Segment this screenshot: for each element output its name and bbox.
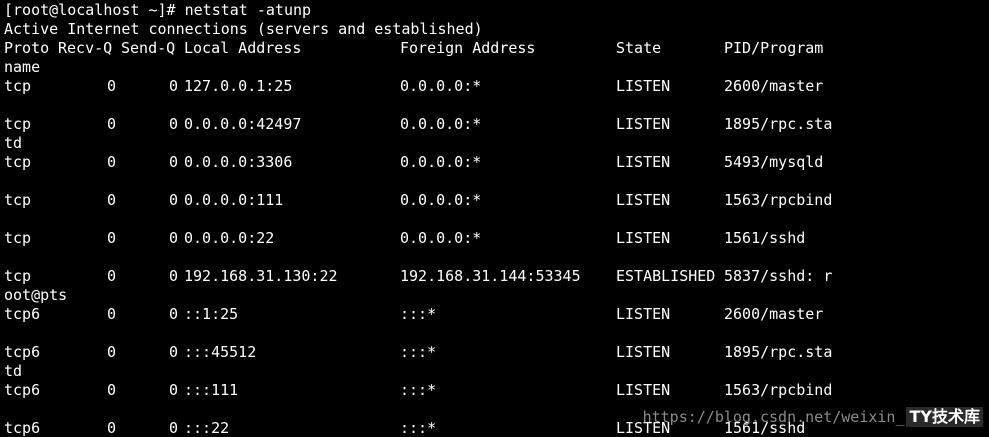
- column-header-local-address: Local Address: [184, 39, 302, 57]
- cell-pid-program: 2600/master: [724, 305, 824, 323]
- row-wrap-text: oot@pts: [4, 286, 68, 304]
- cell-proto: tcp6: [4, 343, 41, 361]
- cell-proto: tcp6: [4, 305, 41, 323]
- row-wrap-text: td: [4, 362, 23, 380]
- cell-proto: tcp: [4, 115, 32, 133]
- cell-pid-program: 1895/rpc.sta: [724, 115, 833, 133]
- cell-foreign-address: 0.0.0.0:*: [400, 115, 482, 133]
- cell-recvq: 0: [106, 229, 116, 247]
- cell-proto: tcp: [4, 77, 32, 95]
- terminal-window[interactable]: [root@localhost ~]# netstat -atunp Activ…: [0, 0, 989, 437]
- cell-sendq: 0: [168, 153, 178, 171]
- column-header-wrap: name: [4, 58, 41, 76]
- table-row: tcp6 0 0:::45512:::* LISTEN 1895/rpc.sta: [4, 343, 984, 362]
- cell-local-address: :::22: [184, 419, 230, 437]
- command-line: [root@localhost ~]# netstat -atunp: [4, 1, 312, 19]
- cell-pid-program: 1563/rpcbind: [724, 191, 833, 209]
- table-row: tcp 0 0 0.0.0.0:22 0.0.0.0:* LISTEN 1561/sshd: [4, 229, 984, 248]
- cell-local-address: 0.0.0.0:111: [184, 191, 284, 209]
- cell-foreign-address: 0.0.0.0:*: [400, 77, 482, 95]
- cell-foreign-address: :::*: [400, 343, 437, 361]
- cell-pid-program: 2600/master: [724, 77, 824, 95]
- cell-foreign-address: :::*: [400, 419, 437, 437]
- cell-local-address: 0.0.0.0:42497: [184, 115, 302, 133]
- table-row: tcp 0 0 127.0.0.1:25 0.0.0.0:* LISTEN 2600/mas…: [4, 77, 984, 96]
- column-header-proto: Proto: [4, 39, 50, 57]
- cell-state: ESTABLISHED: [616, 267, 716, 285]
- cell-foreign-address: 192.168.31.144:53345: [400, 267, 581, 285]
- table-row: tcp 0 0 0.0.0.0:111 0.0.0.0:* LISTEN 1563/rpcb…: [4, 191, 984, 210]
- cell-proto: tcp6: [4, 419, 41, 437]
- cell-state: LISTEN: [616, 381, 671, 399]
- cell-pid-program: 5837/sshd: r: [724, 267, 833, 285]
- output-heading: Active Internet connections (servers and…: [4, 20, 483, 38]
- row-wrap-text: td: [4, 134, 23, 152]
- watermark-url: https://blog.csdn.net/weixin_: [642, 408, 905, 426]
- table-row: tcp 0 0 192.168.31.130:22 192.168.31.144:533…: [4, 267, 984, 286]
- watermark-brand: TY技术库: [906, 407, 983, 427]
- cell-recvq: 0: [106, 77, 116, 95]
- cell-sendq: 0: [168, 229, 178, 247]
- cell-local-address: 127.0.0.1:25: [184, 77, 293, 95]
- cell-local-address: 0.0.0.0:22: [184, 229, 275, 247]
- cell-proto: tcp: [4, 153, 32, 171]
- table-row: tcp 0 0 0.0.0.0:42497 0.0.0.0:* LISTEN 1895/rp…: [4, 115, 984, 134]
- table-row: tcp6 0 0::1:25:::* LISTEN 2600/master: [4, 305, 984, 324]
- table-header: Proto Recv-Q Send-Q Local Address Foreig…: [4, 39, 984, 58]
- cell-state: LISTEN: [616, 115, 671, 133]
- cell-state: LISTEN: [616, 153, 671, 171]
- cell-recvq: 0: [106, 419, 116, 437]
- column-header-recvq: Recv-Q: [58, 39, 113, 57]
- cell-local-address: :::45512: [184, 343, 257, 361]
- cell-proto: tcp: [4, 267, 32, 285]
- cell-state: LISTEN: [616, 191, 671, 209]
- cell-local-address: 0.0.0.0:3306: [184, 153, 293, 171]
- column-header-pid-program: PID/Program: [724, 39, 824, 57]
- cell-state: LISTEN: [616, 305, 671, 323]
- cell-foreign-address: 0.0.0.0:*: [400, 153, 482, 171]
- cell-state: LISTEN: [616, 77, 671, 95]
- cell-state: LISTEN: [616, 343, 671, 361]
- cell-sendq: 0: [168, 419, 178, 437]
- table-row: tcp 0 0 0.0.0.0:3306 0.0.0.0:* LISTEN 5493/mys…: [4, 153, 984, 172]
- cell-recvq: 0: [106, 115, 116, 133]
- cell-sendq: 0: [168, 305, 178, 323]
- column-header-sendq: Send-Q: [121, 39, 176, 57]
- cell-local-address: 192.168.31.130:22: [184, 267, 338, 285]
- cell-recvq: 0: [106, 267, 116, 285]
- cell-pid-program: 1563/rpcbind: [724, 381, 833, 399]
- table-row: tcp6 0 0:::111:::* LISTEN 1563/rpcbind: [4, 381, 984, 400]
- cell-proto: tcp6: [4, 381, 41, 399]
- cell-recvq: 0: [106, 381, 116, 399]
- column-header-foreign-address: Foreign Address: [400, 39, 536, 57]
- cell-pid-program: 5493/mysqld: [724, 153, 824, 171]
- cell-foreign-address: 0.0.0.0:*: [400, 191, 482, 209]
- cell-sendq: 0: [168, 115, 178, 133]
- watermark: https://blog.csdn.net/weixin_ TY技术库: [643, 407, 983, 427]
- column-header-state: State: [616, 39, 662, 57]
- cell-sendq: 0: [168, 381, 178, 399]
- cell-recvq: 0: [106, 153, 116, 171]
- cell-sendq: 0: [168, 191, 178, 209]
- cell-foreign-address: 0.0.0.0:*: [400, 229, 482, 247]
- cell-sendq: 0: [168, 267, 178, 285]
- cell-recvq: 0: [106, 305, 116, 323]
- cell-pid-program: 1561/sshd: [724, 229, 806, 247]
- cell-proto: tcp: [4, 191, 32, 209]
- cell-sendq: 0: [168, 343, 178, 361]
- cell-sendq: 0: [168, 77, 178, 95]
- cell-local-address: :::111: [184, 381, 239, 399]
- cell-proto: tcp: [4, 229, 32, 247]
- cell-recvq: 0: [106, 343, 116, 361]
- cell-foreign-address: :::*: [400, 305, 437, 323]
- cell-pid-program: 1895/rpc.sta: [724, 343, 833, 361]
- cell-foreign-address: :::*: [400, 381, 437, 399]
- cell-recvq: 0: [106, 191, 116, 209]
- cell-state: LISTEN: [616, 229, 671, 247]
- cell-local-address: ::1:25: [184, 305, 239, 323]
